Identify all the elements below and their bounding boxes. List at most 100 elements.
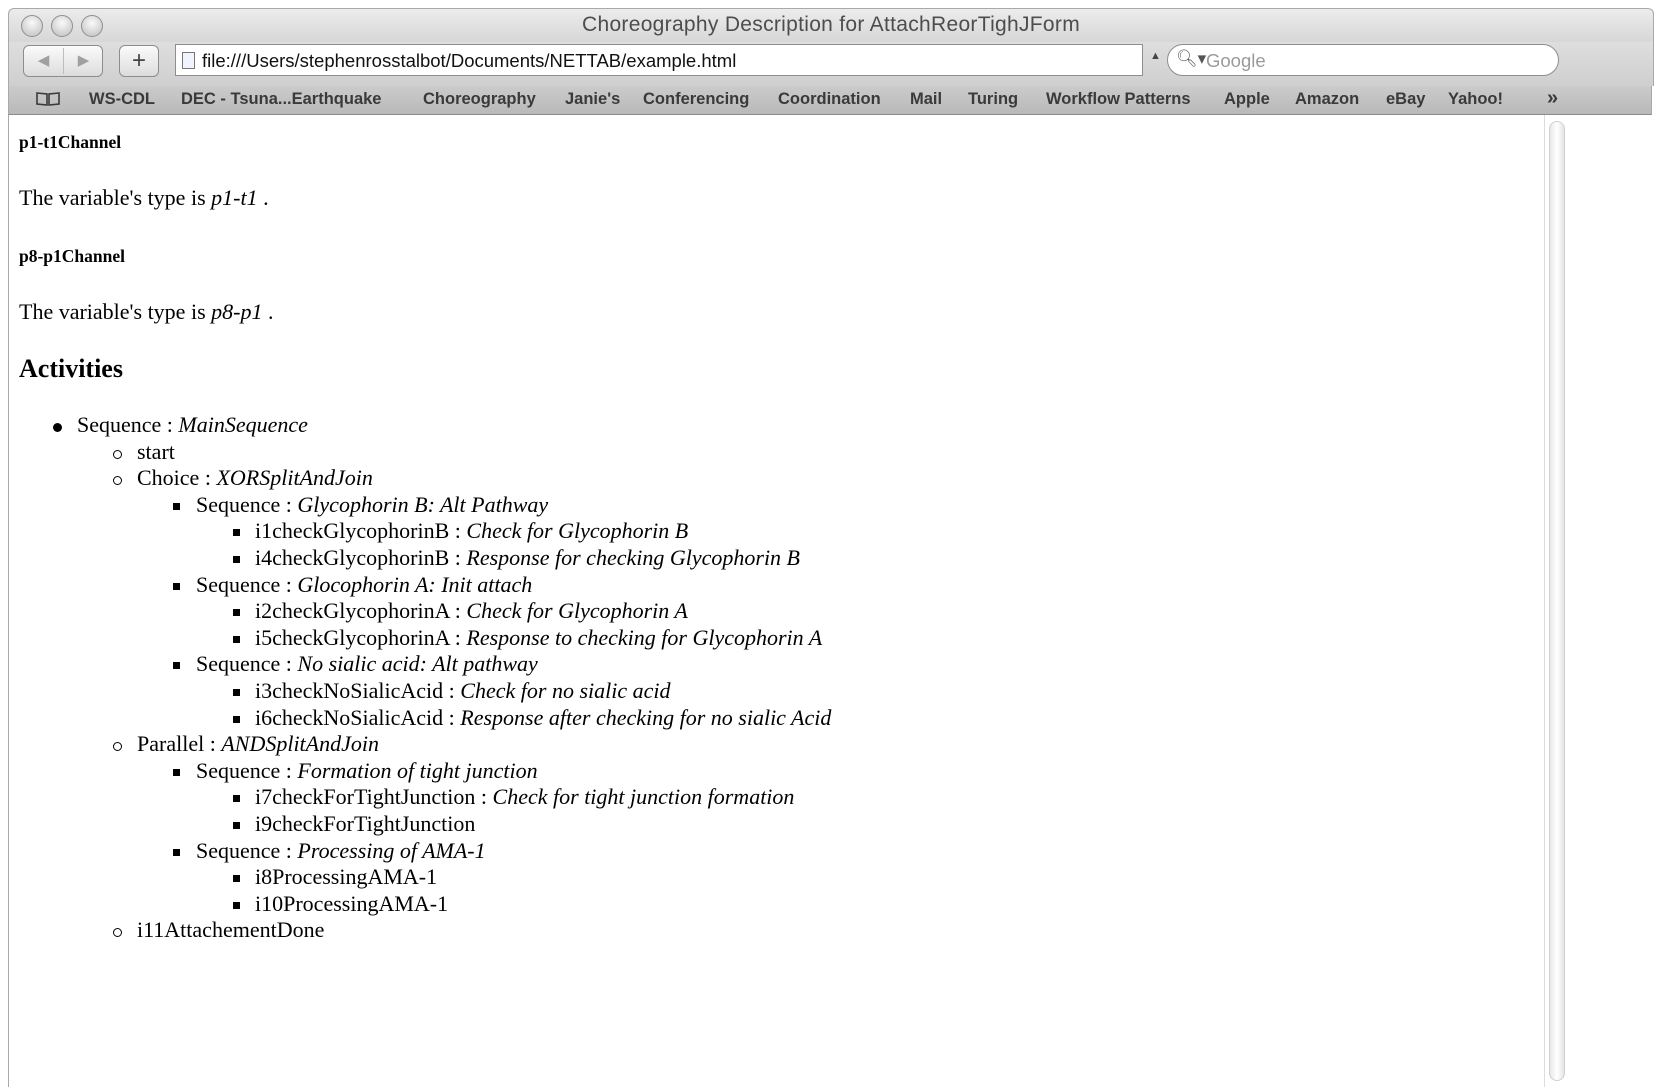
bookmark-coordination[interactable]: Coordination [778, 90, 881, 109]
activity-description: Processing of AMA-1 [297, 837, 486, 863]
activity-description: Check for tight junction formation [492, 784, 795, 810]
activity-item: start [137, 439, 175, 465]
bookmark-amazon[interactable]: Amazon [1295, 90, 1359, 109]
activity-name: Sequence [196, 837, 281, 863]
activity-item: Sequence : Glocophorin A: Init attach [196, 572, 532, 598]
activity-name: i7checkForTightJunction [255, 784, 476, 810]
activity-description: Response after checking for no sialic Ac… [460, 704, 832, 730]
section-text: The variable's type is p1-t1 . [19, 185, 269, 210]
page-icon [182, 52, 195, 69]
list-bullet [233, 795, 240, 803]
activity-name: i8ProcessingAMA-1 [255, 864, 438, 890]
activity-description: MainSequence [178, 412, 308, 437]
bookmark-turing[interactable]: Turing [968, 90, 1018, 109]
list-bullet [233, 556, 240, 563]
activity-separator: : [204, 731, 222, 757]
activity-name: Sequence [196, 571, 281, 597]
activity-name: Sequence [196, 651, 281, 677]
activity-item: Sequence : MainSequence [77, 412, 308, 438]
activity-item: Sequence : Glycophorin B: Alt Pathway [196, 492, 548, 518]
activity-separator: : [443, 704, 461, 730]
variable-type: p8-p1 [211, 299, 263, 324]
bookmark-apple[interactable]: Apple [1224, 90, 1270, 109]
bookmark-conferencing[interactable]: Conferencing [643, 90, 749, 109]
bookmarks-bar: WS-CDL DEC - Tsuna...Earthquake Choreogr… [8, 86, 1652, 115]
activity-name: Choice [137, 465, 200, 491]
activity-separator: : [199, 465, 217, 491]
list-bullet [233, 609, 240, 617]
list-bullet [173, 502, 180, 510]
activity-name: i10ProcessingAMA-1 [255, 890, 449, 916]
activity-name: i11AttachementDone [137, 917, 325, 943]
list-bullet [233, 689, 240, 696]
activity-separator: : [280, 571, 298, 597]
list-bullet [113, 928, 122, 938]
activity-description: Check for no sialic acid [460, 678, 671, 703]
bookmarks-book-icon[interactable] [35, 91, 61, 107]
activity-item: i11AttachementDone [137, 917, 324, 943]
toolbar: ◀ ▶ + file:///Users/stephenrosstalbot/Do… [8, 42, 1654, 86]
bookmark-janies[interactable]: Janie's [565, 90, 620, 109]
activity-item: i10ProcessingAMA-1 [255, 891, 448, 917]
bookmark-workflow-patterns[interactable]: Workflow Patterns [1046, 90, 1191, 109]
scrollbar-thumb[interactable] [1549, 121, 1565, 1081]
activity-separator: : [443, 678, 461, 703]
activity-item: i2checkGlycophorinA : Check for Glycopho… [255, 598, 688, 624]
activity-description: Check for Glycophorin B [466, 518, 689, 544]
activity-description: Response for checking Glycophorin B [466, 545, 800, 570]
bookmark-mail[interactable]: Mail [910, 90, 942, 109]
url-text[interactable]: file:///Users/stephenrosstalbot/Document… [202, 50, 736, 72]
page-content: p1-t1Channel The variable's type is p1-t… [8, 115, 1545, 1087]
activity-description: Glocophorin A: Init attach [297, 571, 533, 597]
list-bullet [173, 768, 180, 776]
activity-name: i2checkGlycophorinA [255, 598, 450, 624]
variable-type: p1-t1 [211, 185, 258, 210]
activity-separator: : [475, 784, 493, 810]
section-text: The variable's type is p8-p1 . [19, 299, 274, 324]
list-bullet [53, 423, 62, 432]
list-bullet [233, 875, 240, 883]
activity-separator: : [449, 545, 467, 570]
add-bookmark-button[interactable]: + [119, 45, 159, 77]
activity-separator: : [449, 518, 467, 544]
search-field[interactable]: 🔍︎▾ Google [1167, 44, 1559, 76]
activity-item: Parallel : ANDSplitAndJoin [137, 731, 379, 757]
activity-item: Sequence : No sialic acid: Alt pathway [196, 651, 538, 677]
bookmarks-overflow-icon[interactable]: » [1547, 87, 1558, 110]
activity-item: Choice : XORSplitAndJoin [137, 465, 373, 491]
vertical-scrollbar[interactable] [1544, 115, 1569, 1087]
bookmark-dec-tsunami[interactable]: DEC - Tsuna...Earthquake [181, 90, 381, 109]
nav-buttons: ◀ ▶ [23, 45, 103, 77]
forward-button[interactable]: ▶ [64, 46, 103, 76]
list-bullet [113, 742, 122, 752]
bookmark-yahoo[interactable]: Yahoo! [1448, 90, 1503, 109]
activities-heading: Activities [19, 354, 123, 383]
activity-description: Response to checking for Glycophorin A [466, 624, 823, 650]
list-bullet [233, 529, 240, 537]
activity-name: i3checkNoSialicAcid [255, 678, 444, 703]
snapback-icon[interactable]: ▲ [1150, 50, 1161, 62]
list-bullet [173, 662, 180, 670]
bookmark-choreography[interactable]: Choreography [423, 90, 536, 109]
window-title: Choreography Description for AttachReorT… [582, 13, 1080, 36]
activity-description: Check for Glycophorin A [466, 598, 688, 624]
activity-item: Sequence : Processing of AMA-1 [196, 838, 486, 864]
activity-name: i1checkGlycophorinB [255, 518, 450, 544]
activity-item: i4checkGlycophorinB : Response for check… [255, 545, 800, 571]
activity-separator: : [161, 412, 179, 437]
back-button[interactable]: ◀ [24, 46, 63, 76]
activity-item: i6checkNoSialicAcid : Response after che… [255, 705, 831, 731]
address-bar[interactable]: file:///Users/stephenrosstalbot/Document… [175, 44, 1143, 76]
activity-separator: : [280, 757, 298, 783]
activity-name: Parallel [137, 731, 205, 757]
activity-separator: : [280, 491, 298, 517]
activity-item: i7checkForTightJunction : Check for tigh… [255, 784, 794, 810]
search-icon[interactable]: 🔍︎▾ [1176, 49, 1206, 69]
bookmark-ebay[interactable]: eBay [1386, 90, 1425, 109]
activity-item: i3checkNoSialicAcid : Check for no siali… [255, 678, 670, 704]
activity-separator: : [449, 624, 467, 650]
bookmark-ws-cdl[interactable]: WS-CDL [89, 90, 155, 109]
list-bullet [173, 848, 180, 856]
list-bullet [233, 635, 240, 643]
activity-separator: : [449, 598, 467, 624]
